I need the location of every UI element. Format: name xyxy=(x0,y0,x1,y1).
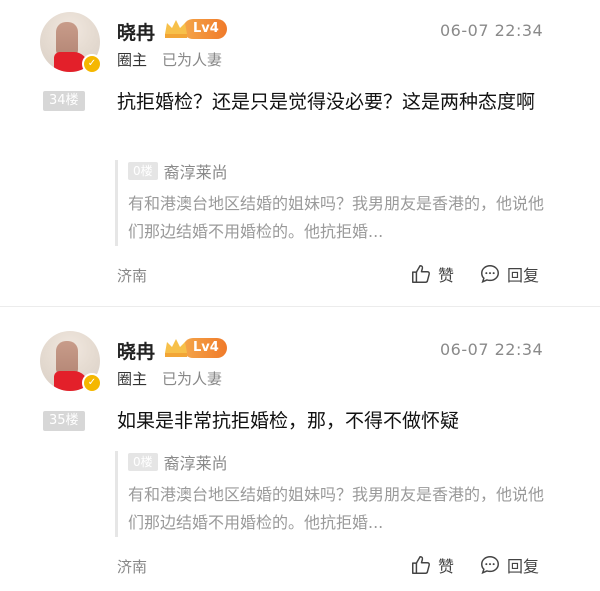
comment-content: 如果是非常抗拒婚检，那，不得不做怀疑 xyxy=(117,410,460,432)
like-label: 赞 xyxy=(438,266,455,285)
location-label: 济南 xyxy=(117,267,148,285)
comment-bubble-icon xyxy=(481,265,499,284)
reply-button[interactable]: 回复 xyxy=(479,262,539,286)
floor-badge: 35楼 xyxy=(43,411,85,431)
role-label: 圈主 xyxy=(117,370,148,388)
role-description: 已为人妻 xyxy=(162,51,223,69)
crown-icon xyxy=(165,339,187,357)
quoted-post[interactable]: 0楼 裔淳莱尚 有和港澳台地区结婚的姐妹吗？我男朋友是香港的，他说他们那边结婚不… xyxy=(115,160,568,246)
level-badge: Lv4 xyxy=(163,336,227,360)
quote-text: 有和港澳台地区结婚的姐妹吗？我男朋友是香港的，他说他们那边结婚不用婚检的。他抗拒… xyxy=(128,194,545,241)
comment-item: ✓ 晓冉 Lv4 圈主 已为人妻 06-07 22:34 35楼 如果是非常抗拒… xyxy=(0,313,600,591)
timestamp: 06-07 22:34 xyxy=(440,340,544,359)
avatar-figure xyxy=(56,22,78,56)
comment-item: ✓ 晓冉 Lv4 圈主 已为人妻 06-07 22:34 34楼 抗拒婚检？还是… xyxy=(0,0,600,306)
quote-header: 0楼 裔淳莱尚 xyxy=(128,451,568,473)
location-label: 济南 xyxy=(117,558,148,576)
crown-icon xyxy=(165,20,187,38)
quote-header: 0楼 裔淳莱尚 xyxy=(128,160,568,182)
quote-text: 有和港澳台地区结婚的姐妹吗？我男朋友是香港的，他说他们那边结婚不用婚检的。他抗拒… xyxy=(128,485,545,532)
divider xyxy=(0,306,600,307)
username[interactable]: 晓冉 xyxy=(117,18,155,45)
reply-button[interactable]: 回复 xyxy=(479,553,539,577)
quote-floor-badge: 0楼 xyxy=(128,162,158,180)
timestamp: 06-07 22:34 xyxy=(440,21,544,40)
thumbs-up-icon xyxy=(412,265,430,283)
reply-label: 回复 xyxy=(507,266,540,285)
floor-badge: 34楼 xyxy=(43,91,85,111)
comment-content: 抗拒婚检？还是只是觉得没必要？这是两种态度啊 xyxy=(117,91,536,113)
level-badge: Lv4 xyxy=(163,17,227,41)
quote-author: 裔淳莱尚 xyxy=(163,454,228,473)
role-description: 已为人妻 xyxy=(162,370,223,388)
like-button[interactable]: 赞 xyxy=(410,553,454,577)
comment-bubble-icon xyxy=(481,556,499,575)
username[interactable]: 晓冉 xyxy=(117,337,155,364)
avatar-figure xyxy=(56,341,78,375)
quote-floor-badge: 0楼 xyxy=(128,453,158,471)
verified-badge-icon: ✓ xyxy=(82,54,102,74)
quote-author: 裔淳莱尚 xyxy=(163,163,228,182)
thumbs-up-icon xyxy=(412,556,430,574)
level-label: Lv4 xyxy=(183,338,227,358)
like-label: 赞 xyxy=(438,557,455,576)
role-label: 圈主 xyxy=(117,51,148,69)
verified-badge-icon: ✓ xyxy=(82,373,102,393)
reply-label: 回复 xyxy=(507,557,540,576)
quoted-post[interactable]: 0楼 裔淳莱尚 有和港澳台地区结婚的姐妹吗？我男朋友是香港的，他说他们那边结婚不… xyxy=(115,451,568,537)
like-button[interactable]: 赞 xyxy=(410,262,454,286)
level-label: Lv4 xyxy=(183,19,227,39)
